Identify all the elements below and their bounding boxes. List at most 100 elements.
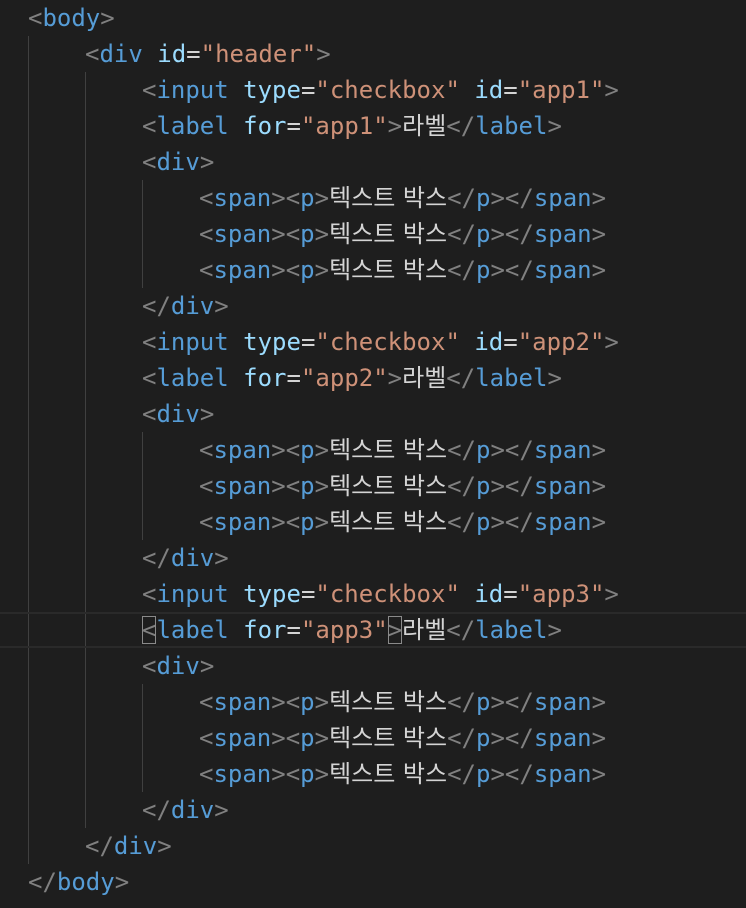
tag-name: label xyxy=(156,112,229,140)
code-text: <input type="checkbox" id="app2"> xyxy=(142,328,619,356)
tag-name: input xyxy=(156,328,229,356)
tag-name: span xyxy=(213,688,272,716)
tag-name: input xyxy=(156,580,229,608)
code-line[interactable]: <span><p>텍스트 박스</p></span> xyxy=(0,432,746,468)
tag-name: p xyxy=(476,688,491,716)
text-content: 텍스트 박스 xyxy=(329,472,448,500)
code-text: </div> xyxy=(142,544,229,572)
tag-name: p xyxy=(476,220,491,248)
tag-name: div xyxy=(170,544,215,572)
code-line[interactable]: <label for="app1">라벨</label> xyxy=(0,108,746,144)
tag-name: p xyxy=(476,256,491,284)
matched-bracket-open: < xyxy=(142,616,157,644)
code-text: <div> xyxy=(142,652,215,680)
attr-name: for xyxy=(243,364,287,392)
attr-value: "app3" xyxy=(517,580,605,608)
code-text: <span><p>텍스트 박스</p></span> xyxy=(199,472,607,500)
tag-name: label xyxy=(156,616,229,644)
code-line[interactable]: <span><p>텍스트 박스</p></span> xyxy=(0,252,746,288)
code-line[interactable]: <span><p>텍스트 박스</p></span> xyxy=(0,504,746,540)
code-line[interactable]: <span><p>텍스트 박스</p></span> xyxy=(0,468,746,504)
tag-name: label xyxy=(475,616,548,644)
matched-bracket-close: > xyxy=(387,616,403,644)
attr-name: for xyxy=(243,616,287,644)
code-line[interactable]: <span><p>텍스트 박스</p></span> xyxy=(0,216,746,252)
code-line[interactable]: <input type="checkbox" id="app2"> xyxy=(0,324,746,360)
code-line[interactable]: </div> xyxy=(0,828,746,864)
attr-value: "app3" xyxy=(300,616,388,644)
code-text: <label for="app2">라벨</label> xyxy=(142,364,562,392)
tag-name: p xyxy=(300,472,315,500)
tag-name: label xyxy=(156,364,229,392)
attr-value: "checkbox" xyxy=(315,580,460,608)
code-text: <span><p>텍스트 박스</p></span> xyxy=(199,724,607,752)
code-line[interactable]: <span><p>텍스트 박스</p></span> xyxy=(0,756,746,792)
text-content: 텍스트 박스 xyxy=(329,436,448,464)
tag-name: p xyxy=(300,688,315,716)
code-text: <label for="app1">라벨</label> xyxy=(142,112,562,140)
tag-name: p xyxy=(476,436,491,464)
tag-name: div xyxy=(99,40,143,68)
code-text: <div> xyxy=(142,148,215,176)
code-line[interactable]: <div id="header"> xyxy=(0,36,746,72)
code-line[interactable]: </body> xyxy=(0,864,746,900)
code-editor[interactable]: <body> <div id="header"> <input type="ch… xyxy=(0,0,746,908)
code-text: <input type="checkbox" id="app1"> xyxy=(142,76,619,104)
tag-name: span xyxy=(533,688,592,716)
tag-name: span xyxy=(533,724,592,752)
code-line[interactable]: <div> xyxy=(0,144,746,180)
attr-value: "app1" xyxy=(517,76,605,104)
code-line[interactable]: <input type="checkbox" id="app3"> xyxy=(0,576,746,612)
text-content: 텍스트 박스 xyxy=(329,220,448,248)
tag-name: div xyxy=(156,652,200,680)
tag-name: div xyxy=(113,832,158,860)
tag-name: label xyxy=(475,112,548,140)
code-line[interactable]: <input type="checkbox" id="app1"> xyxy=(0,72,746,108)
code-line[interactable]: <label for="app2">라벨</label> xyxy=(0,360,746,396)
code-text: <span><p>텍스트 박스</p></span> xyxy=(199,256,607,284)
code-line[interactable]: <div> xyxy=(0,396,746,432)
code-line[interactable]: <span><p>텍스트 박스</p></span> xyxy=(0,180,746,216)
code-text: <span><p>텍스트 박스</p></span> xyxy=(199,184,607,212)
code-line[interactable]: <body> xyxy=(0,0,746,36)
code-line[interactable]: <div> xyxy=(0,648,746,684)
tag-name: body xyxy=(56,868,115,896)
attr-name: type xyxy=(243,328,301,356)
tag-name: p xyxy=(300,724,315,752)
tag-name: div xyxy=(170,796,215,824)
text-content: 라벨 xyxy=(402,112,447,140)
tag-name: input xyxy=(156,76,229,104)
tag-name: p xyxy=(300,220,315,248)
code-line[interactable]: <span><p>텍스트 박스</p></span> xyxy=(0,684,746,720)
text-content: 텍스트 박스 xyxy=(329,508,448,536)
tag-name: div xyxy=(170,292,215,320)
attr-name: for xyxy=(243,112,287,140)
active-code-line[interactable]: <label for="app3">라벨</label> xyxy=(0,612,746,648)
tag-name: p xyxy=(476,472,491,500)
text-content: 텍스트 박스 xyxy=(329,256,448,284)
attr-name: id xyxy=(474,328,504,356)
code-text: </div> xyxy=(142,796,229,824)
code-line[interactable]: </div> xyxy=(0,540,746,576)
attr-name: id xyxy=(157,40,187,68)
text-content: 라벨 xyxy=(402,364,447,392)
attr-name: id xyxy=(474,76,504,104)
tag-name: span xyxy=(533,256,592,284)
code-text: </div> xyxy=(85,832,172,860)
attr-value: "checkbox" xyxy=(315,328,460,356)
tag-name: p xyxy=(300,184,315,212)
code-line[interactable]: </div> xyxy=(0,288,746,324)
text-content: 텍스트 박스 xyxy=(329,688,448,716)
code-text: <body> xyxy=(28,4,115,32)
code-line[interactable]: <span><p>텍스트 박스</p></span> xyxy=(0,720,746,756)
tag-name: label xyxy=(475,364,548,392)
tag-name: div xyxy=(156,400,200,428)
tag-name: span xyxy=(533,760,592,788)
tag-name: span xyxy=(213,472,272,500)
attr-value: "app2" xyxy=(300,364,388,392)
tag-name: p xyxy=(476,508,491,536)
tag-name: span xyxy=(213,724,272,752)
tag-name: span xyxy=(533,508,592,536)
text-content: 텍스트 박스 xyxy=(329,724,448,752)
code-line[interactable]: </div> xyxy=(0,792,746,828)
